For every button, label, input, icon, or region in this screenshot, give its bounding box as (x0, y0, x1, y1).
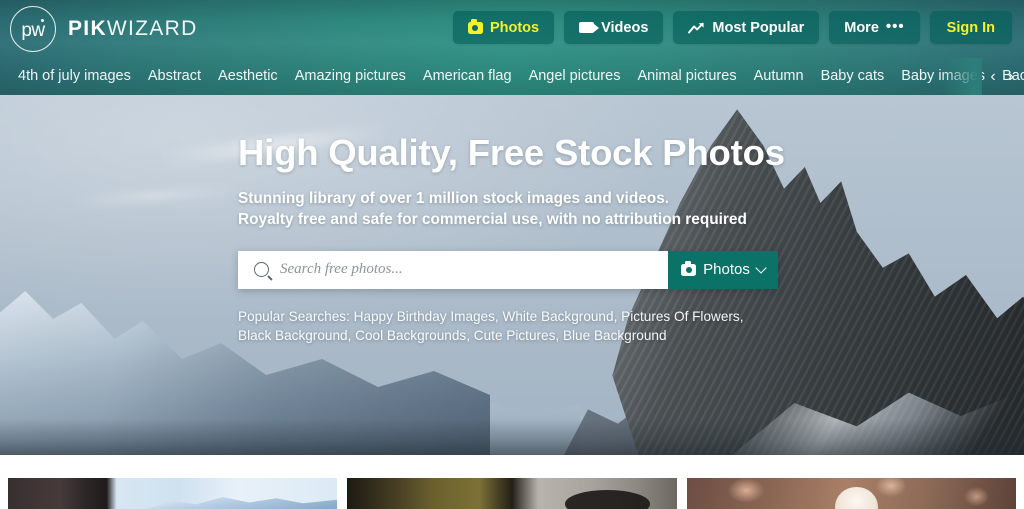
category-bar: 4th of july images Abstract Aesthetic Am… (0, 58, 1024, 95)
search-bar: Photos (238, 250, 778, 289)
site-header: pw PIKWIZARD Photos Videos Most Popular … (0, 0, 1024, 95)
popular-search-link[interactable]: Happy Birthday Images (354, 309, 495, 324)
sign-in-button[interactable]: Sign In (929, 11, 1012, 44)
hero-banner: High Quality, Free Stock Photos Stunning… (0, 95, 1024, 455)
category-item[interactable]: Angel pictures (529, 69, 621, 84)
nav-more-label: More (844, 19, 879, 36)
popular-search-link[interactable]: Cool Backgrounds (355, 328, 466, 343)
trending-up-icon (688, 22, 704, 33)
hero-subtitle-line-2: Royalty free and safe for commercial use… (238, 211, 747, 229)
gallery-thumbnail[interactable] (8, 478, 338, 509)
nav-more-button[interactable]: More ••• (829, 11, 920, 44)
nav-videos-label: Videos (601, 19, 649, 36)
nav-most-popular-button[interactable]: Most Popular (673, 11, 820, 44)
pikwizard-homepage: pw PIKWIZARD Photos Videos Most Popular … (0, 0, 1024, 509)
popular-searches: Popular Searches: Happy Birthday Images,… (238, 308, 744, 344)
category-item[interactable]: Autumn (754, 69, 804, 84)
ellipsis-icon: ••• (885, 18, 905, 35)
primary-nav: Photos Videos Most Popular More ••• Sign… (452, 11, 1012, 44)
camera-icon (467, 19, 483, 34)
nav-photos-button[interactable]: Photos (452, 11, 555, 44)
search-field[interactable] (238, 250, 668, 289)
image-gallery-row (0, 455, 1024, 509)
category-item[interactable]: Baby cats (821, 69, 885, 84)
category-item[interactable]: Animal pictures (637, 69, 736, 84)
magnifier-icon (254, 262, 269, 278)
page-title: High Quality, Free Stock Photos (238, 132, 785, 173)
chevron-right-icon[interactable]: › (1009, 68, 1014, 85)
nav-most-popular-label: Most Popular (712, 19, 805, 36)
nav-photos-label: Photos (489, 19, 540, 36)
category-item[interactable]: Amazing pictures (295, 69, 406, 84)
search-type-dropdown[interactable]: Photos (668, 250, 778, 289)
logo-wordmark-light: WIZARD (106, 17, 198, 40)
popular-search-link[interactable]: Blue Background (563, 328, 667, 343)
gallery-thumbnail[interactable] (686, 478, 1016, 509)
top-bar: pw PIKWIZARD Photos Videos Most Popular … (0, 0, 1024, 58)
chevron-left-icon[interactable]: ‹ (990, 68, 995, 85)
category-item[interactable]: Baby images (901, 69, 985, 84)
logo-wordmark: PIKWIZARD (68, 17, 198, 41)
hero-content: High Quality, Free Stock Photos Stunning… (238, 132, 798, 346)
popular-searches-label: Popular Searches: (238, 308, 350, 324)
category-list: 4th of july images Abstract Aesthetic Am… (0, 69, 1024, 84)
category-item[interactable]: Aesthetic (218, 69, 278, 84)
video-camera-icon (579, 22, 600, 33)
popular-search-link[interactable]: Pictures Of Flowers (621, 309, 740, 324)
logo-mark-icon: pw (10, 6, 56, 52)
sign-in-label: Sign In (946, 19, 995, 36)
gallery-thumbnail[interactable] (347, 478, 677, 509)
popular-search-link[interactable]: Cute Pictures (474, 328, 556, 343)
hero-foreground-shadow (0, 419, 1024, 455)
logo-dot-icon (41, 19, 44, 22)
logo-mark-text: pw (21, 19, 45, 41)
hero-subtitle-line-1: Stunning library of over 1 million stock… (238, 190, 670, 208)
site-logo[interactable]: pw PIKWIZARD (10, 6, 198, 52)
hero-subtitle: Stunning library of over 1 million stock… (238, 188, 798, 231)
category-scroll-controls: ‹ › (990, 58, 1014, 95)
category-item[interactable]: Abstract (148, 69, 201, 84)
category-item[interactable]: American flag (423, 69, 512, 84)
chevron-down-icon (755, 261, 767, 274)
camera-icon (681, 261, 697, 276)
logo-wordmark-bold: PIK (68, 17, 107, 40)
search-type-label: Photos (703, 261, 750, 279)
nav-videos-button[interactable]: Videos (564, 11, 664, 44)
popular-search-link[interactable]: White Background (502, 309, 613, 324)
thumbnail-list (0, 478, 1024, 509)
category-item[interactable]: 4th of july images (18, 69, 131, 84)
popular-search-link[interactable]: Black Background (238, 328, 348, 343)
search-input[interactable] (280, 261, 668, 279)
